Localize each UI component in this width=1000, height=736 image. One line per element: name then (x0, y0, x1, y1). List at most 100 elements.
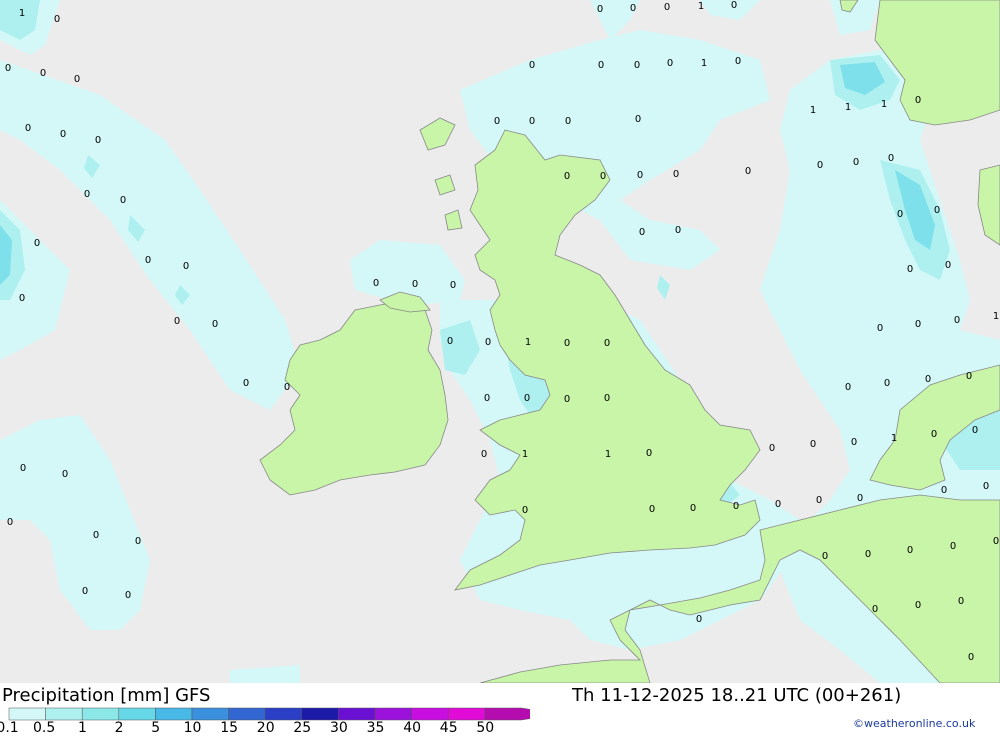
value-label: 0 (481, 449, 487, 460)
value-label: 0 (925, 374, 931, 385)
value-label: 1 (810, 105, 816, 116)
value-label: 0 (907, 545, 913, 556)
value-label: 0 (673, 169, 679, 180)
value-label: 0 (649, 504, 655, 515)
scale-swatch (155, 707, 193, 721)
value-label: 0 (941, 485, 947, 496)
value-label: 0 (884, 378, 890, 389)
value-label: 0 (733, 501, 739, 512)
value-label: 0 (485, 337, 491, 348)
value-label: 0 (769, 443, 775, 454)
value-label: 0 (93, 530, 99, 541)
value-label: 0 (865, 549, 871, 560)
scale-swatch (338, 707, 376, 721)
value-label: 0 (40, 68, 46, 79)
value-label: 0 (983, 481, 989, 492)
value-label: 1 (522, 449, 528, 460)
value-label: 0 (690, 503, 696, 514)
value-label: 0 (604, 338, 610, 349)
scale-swatch (301, 707, 339, 721)
value-label: 1 (845, 102, 851, 113)
value-label: 0 (888, 153, 894, 164)
precipitation-map: 1 0 0 0 0 0 0 0 0 0 0 0 0 0 0 0 0 0 0 0 0 0 0 0 0 0 0 0 0 0 0 0 0 0 0 1 0 0 0 0… (0, 0, 1000, 683)
value-label: 0 (95, 135, 101, 146)
value-label: 0 (931, 429, 937, 440)
color-scale-bar (8, 707, 530, 721)
scale-tick-label: 50 (476, 720, 495, 736)
value-label: 1 (993, 311, 999, 322)
value-label: 0 (907, 264, 913, 275)
value-label: 0 (810, 439, 816, 450)
value-label: 0 (954, 315, 960, 326)
value-label: 1 (605, 449, 611, 460)
value-label: 0 (450, 280, 456, 291)
value-label: 0 (529, 60, 535, 71)
value-label: 0 (145, 255, 151, 266)
value-label: 0 (19, 293, 25, 304)
scale-swatch (228, 707, 266, 721)
scale-tick-label: 0.5 (33, 720, 56, 736)
value-label: 0 (522, 505, 528, 516)
value-label: 1 (19, 8, 25, 19)
value-label: 0 (564, 394, 570, 405)
value-label: 0 (412, 279, 418, 290)
scale-tick-label: 30 (330, 720, 348, 736)
value-label: 0 (877, 323, 883, 334)
scale-arrow (484, 707, 530, 721)
value-label: 0 (25, 123, 31, 134)
value-label: 0 (950, 541, 956, 552)
value-label: 0 (696, 614, 702, 625)
value-label: 0 (243, 378, 249, 389)
value-label: 0 (915, 600, 921, 611)
value-label: 0 (135, 536, 141, 547)
value-label: 0 (62, 469, 68, 480)
value-label: 0 (60, 129, 66, 140)
value-label: 0 (872, 604, 878, 615)
value-label: 0 (84, 189, 90, 200)
value-label: 0 (484, 393, 490, 404)
value-label: 0 (945, 260, 951, 271)
value-label: 0 (630, 3, 636, 14)
value-label: 0 (597, 4, 603, 15)
value-label: 1 (891, 433, 897, 444)
value-label: 0 (731, 0, 737, 11)
scale-tick-label: 10 (183, 720, 202, 736)
value-label: 0 (667, 58, 673, 69)
value-label: 0 (284, 382, 290, 393)
value-label: 0 (816, 495, 822, 506)
value-label: 0 (373, 278, 379, 289)
value-label: 0 (600, 171, 606, 182)
value-label: 0 (775, 499, 781, 510)
value-label: 0 (524, 393, 530, 404)
scale-tick-label: 25 (293, 720, 312, 736)
value-label: 0 (74, 74, 80, 85)
value-label: 0 (125, 590, 131, 601)
value-label: 0 (82, 586, 88, 597)
value-label: 0 (857, 493, 863, 504)
value-label: 0 (565, 116, 571, 127)
value-label: 1 (881, 99, 887, 110)
value-label: 0 (54, 14, 60, 25)
value-label: 0 (20, 463, 26, 474)
scale-swatch (81, 707, 120, 721)
value-label: 0 (675, 225, 681, 236)
value-label: 0 (968, 652, 974, 663)
value-label: 0 (183, 261, 189, 272)
value-label: 0 (851, 437, 857, 448)
value-label: 1 (698, 1, 704, 12)
value-label: 0 (966, 371, 972, 382)
credit-link[interactable]: ©weatheronline.co.uk (853, 717, 975, 730)
scale-swatch (191, 707, 229, 721)
value-label: 0 (934, 205, 940, 216)
value-label: 0 (212, 319, 218, 330)
value-label: 0 (845, 382, 851, 393)
value-label: 0 (817, 160, 823, 171)
scale-tick-label: 20 (256, 720, 275, 736)
value-label: 0 (604, 393, 610, 404)
value-label: 0 (745, 166, 751, 177)
legend-footer: Precipitation [mm] GFS Th 11-12-2025 18.… (0, 683, 1000, 733)
value-label: 0 (664, 2, 670, 13)
scale-tick-label: 0.1 (0, 720, 19, 736)
scale-swatch (264, 707, 303, 721)
value-label: 0 (735, 56, 741, 67)
